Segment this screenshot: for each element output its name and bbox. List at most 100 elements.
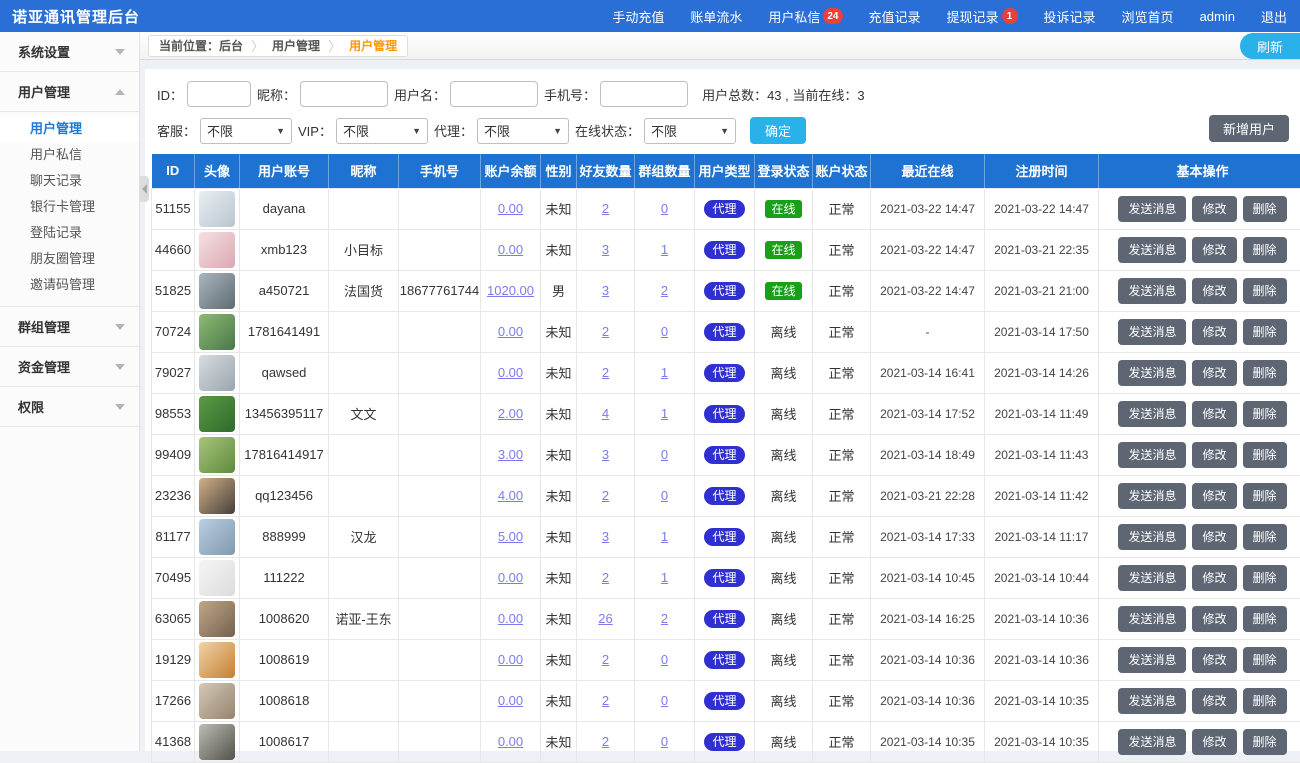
friends-link[interactable]: 2: [602, 734, 609, 749]
balance-link[interactable]: 0.00: [498, 242, 523, 257]
edit-button[interactable]: 修改: [1192, 565, 1236, 591]
friends-link[interactable]: 26: [598, 611, 612, 626]
edit-button[interactable]: 修改: [1192, 196, 1236, 222]
send-message-button[interactable]: 发送消息: [1118, 442, 1186, 468]
friends-link[interactable]: 2: [602, 201, 609, 216]
edit-button[interactable]: 修改: [1192, 237, 1236, 263]
nav-item-6[interactable]: 浏览首页: [1122, 7, 1174, 26]
groups-link[interactable]: 1: [661, 406, 668, 421]
filter-select-1[interactable]: 不限▼: [336, 118, 428, 144]
friends-link[interactable]: 2: [602, 570, 609, 585]
send-message-button[interactable]: 发送消息: [1118, 237, 1186, 263]
sidebar-section-1[interactable]: 用户管理: [0, 72, 139, 112]
nav-item-8[interactable]: 退出: [1261, 7, 1287, 26]
delete-button[interactable]: 删除: [1243, 237, 1287, 263]
groups-link[interactable]: 0: [661, 734, 668, 749]
sidebar-section-2[interactable]: 群组管理: [0, 307, 139, 347]
balance-link[interactable]: 4.00: [498, 488, 523, 503]
delete-button[interactable]: 删除: [1243, 401, 1287, 427]
friends-link[interactable]: 2: [602, 488, 609, 503]
sidebar-item-4[interactable]: 登陆记录: [0, 220, 139, 246]
balance-link[interactable]: 0.00: [498, 201, 523, 216]
delete-button[interactable]: 删除: [1243, 278, 1287, 304]
refresh-button[interactable]: 刷新: [1240, 33, 1300, 59]
balance-link[interactable]: 0.00: [498, 734, 523, 749]
groups-link[interactable]: 0: [661, 201, 668, 216]
sidebar-item-5[interactable]: 朋友圈管理: [0, 246, 139, 272]
send-message-button[interactable]: 发送消息: [1118, 606, 1186, 632]
delete-button[interactable]: 删除: [1243, 483, 1287, 509]
sidebar-item-2[interactable]: 聊天记录: [0, 168, 139, 194]
balance-link[interactable]: 0.00: [498, 365, 523, 380]
send-message-button[interactable]: 发送消息: [1118, 278, 1186, 304]
delete-button[interactable]: 删除: [1243, 319, 1287, 345]
delete-button[interactable]: 删除: [1243, 442, 1287, 468]
groups-link[interactable]: 0: [661, 652, 668, 667]
friends-link[interactable]: 2: [602, 324, 609, 339]
delete-button[interactable]: 删除: [1243, 647, 1287, 673]
nav-item-4[interactable]: 提现记录1: [947, 7, 1018, 26]
send-message-button[interactable]: 发送消息: [1118, 319, 1186, 345]
nav-item-3[interactable]: 充值记录: [869, 7, 921, 26]
edit-button[interactable]: 修改: [1192, 442, 1236, 468]
nav-item-5[interactable]: 投诉记录: [1044, 7, 1096, 26]
nav-item-0[interactable]: 手动充值: [612, 7, 664, 26]
send-message-button[interactable]: 发送消息: [1118, 483, 1186, 509]
edit-button[interactable]: 修改: [1192, 278, 1236, 304]
groups-link[interactable]: 0: [661, 447, 668, 462]
send-message-button[interactable]: 发送消息: [1118, 565, 1186, 591]
balance-link[interactable]: 0.00: [498, 611, 523, 626]
delete-button[interactable]: 删除: [1243, 360, 1287, 386]
nav-item-1[interactable]: 账单流水: [690, 7, 742, 26]
friends-link[interactable]: 3: [602, 447, 609, 462]
sidebar-item-3[interactable]: 银行卡管理: [0, 194, 139, 220]
breadcrumb-item-0[interactable]: 后台: [219, 37, 243, 54]
delete-button[interactable]: 删除: [1243, 688, 1287, 714]
send-message-button[interactable]: 发送消息: [1118, 524, 1186, 550]
groups-link[interactable]: 2: [661, 611, 668, 626]
edit-button[interactable]: 修改: [1192, 524, 1236, 550]
delete-button[interactable]: 删除: [1243, 565, 1287, 591]
edit-button[interactable]: 修改: [1192, 688, 1236, 714]
edit-button[interactable]: 修改: [1192, 483, 1236, 509]
groups-link[interactable]: 1: [661, 365, 668, 380]
edit-button[interactable]: 修改: [1192, 319, 1236, 345]
balance-link[interactable]: 3.00: [498, 447, 523, 462]
send-message-button[interactable]: 发送消息: [1118, 647, 1186, 673]
friends-link[interactable]: 3: [602, 242, 609, 257]
groups-link[interactable]: 0: [661, 324, 668, 339]
add-user-button[interactable]: 新增用户: [1209, 115, 1289, 142]
friends-link[interactable]: 2: [602, 652, 609, 667]
balance-link[interactable]: 5.00: [498, 529, 523, 544]
nav-item-2[interactable]: 用户私信24: [768, 7, 842, 26]
sidebar-section-0[interactable]: 系统设置: [0, 32, 139, 72]
edit-button[interactable]: 修改: [1192, 360, 1236, 386]
breadcrumb-item-2[interactable]: 用户管理: [349, 37, 397, 54]
filter-input-0[interactable]: [187, 81, 251, 107]
groups-link[interactable]: 1: [661, 529, 668, 544]
filter-input-3[interactable]: [600, 81, 688, 107]
delete-button[interactable]: 删除: [1243, 524, 1287, 550]
delete-button[interactable]: 删除: [1243, 196, 1287, 222]
friends-link[interactable]: 3: [602, 529, 609, 544]
send-message-button[interactable]: 发送消息: [1118, 360, 1186, 386]
friends-link[interactable]: 3: [602, 283, 609, 298]
balance-link[interactable]: 0.00: [498, 570, 523, 585]
edit-button[interactable]: 修改: [1192, 606, 1236, 632]
sidebar-item-6[interactable]: 邀请码管理: [0, 272, 139, 298]
filter-select-0[interactable]: 不限▼: [200, 118, 292, 144]
filter-input-2[interactable]: [450, 81, 538, 107]
edit-button[interactable]: 修改: [1192, 401, 1236, 427]
sidebar-collapse-handle[interactable]: [140, 176, 149, 202]
sidebar-section-4[interactable]: 权限: [0, 387, 139, 427]
send-message-button[interactable]: 发送消息: [1118, 688, 1186, 714]
friends-link[interactable]: 4: [602, 406, 609, 421]
groups-link[interactable]: 0: [661, 693, 668, 708]
balance-link[interactable]: 0.00: [498, 652, 523, 667]
confirm-button[interactable]: 确定: [750, 117, 806, 144]
edit-button[interactable]: 修改: [1192, 647, 1236, 673]
friends-link[interactable]: 2: [602, 693, 609, 708]
groups-link[interactable]: 1: [661, 570, 668, 585]
balance-link[interactable]: 0.00: [498, 324, 523, 339]
filter-select-3[interactable]: 不限▼: [644, 118, 736, 144]
